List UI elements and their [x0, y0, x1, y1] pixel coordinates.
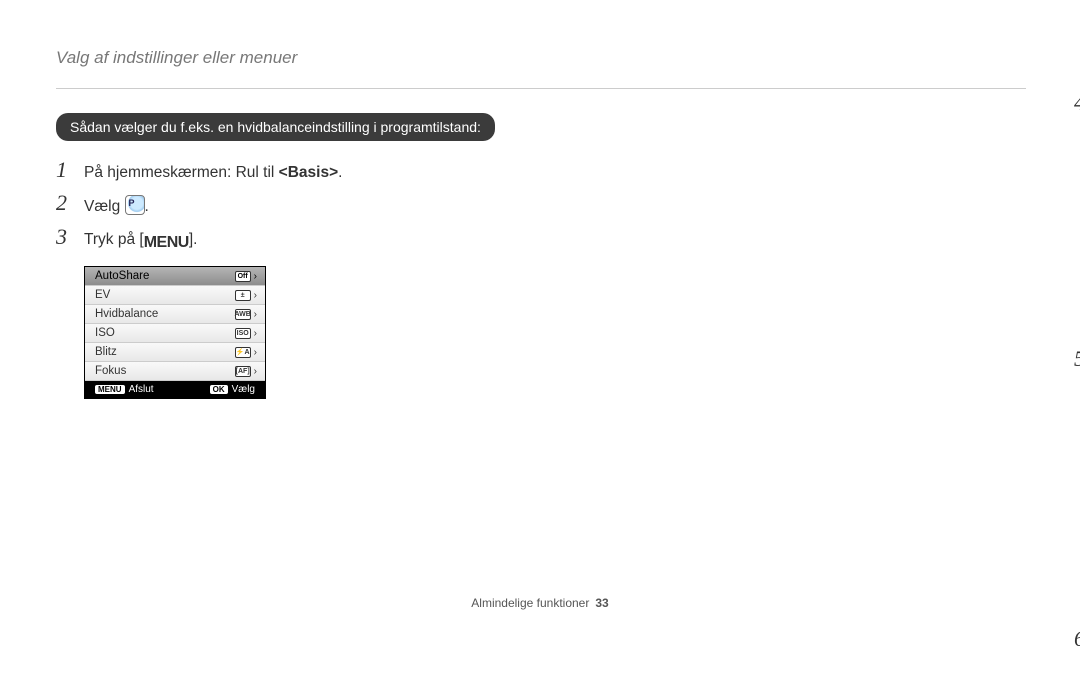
step-number: 2: [56, 192, 74, 214]
chevron-right-icon: ›: [254, 290, 257, 301]
step-number: 1: [56, 159, 74, 181]
steps-right-top: 4 Tryk på [DISP/✿] for at vælge Hvidbala…: [1074, 92, 1080, 189]
step-text: På hjemmeskærmen: Rul til: [84, 164, 279, 181]
left-column: Valg af indstillinger eller menuer Sådan…: [56, 48, 1026, 685]
page-footer: Almindelige funktioner 33: [0, 596, 1080, 610]
flash-auto-icon: ⚡A: [235, 347, 251, 358]
footer-ok-label: Vælg: [232, 384, 255, 395]
menu-row-label: ISO: [95, 327, 115, 339]
step-5: 5 Tryk på [⚡/◔] for at vælge en Hvidbala…: [1074, 348, 1080, 419]
menu-row-hvidbalance[interactable]: Hvidbalance AWB›: [85, 305, 265, 324]
menu-row-label: Fokus: [95, 365, 126, 377]
menu-row-value: ±›: [235, 290, 257, 301]
step-body: Vælg .: [84, 192, 149, 218]
step-3: 3 Tryk på [MENU].: [56, 226, 1026, 254]
camera-menu-footer: MENU Afslut OK Vælg: [85, 381, 265, 398]
ev-icon: ±: [235, 290, 251, 301]
menu-row-value: [AF]›: [235, 366, 257, 377]
chevron-right-icon: ›: [254, 347, 257, 358]
menu-row-label: Blitz: [95, 346, 117, 358]
right-column: 4 Tryk på [DISP/✿] for at vælge Hvidbala…: [1074, 48, 1080, 685]
step-6: 6 Tryk på [OK] for at gemme indstillinge…: [1074, 628, 1080, 677]
iso-icon: ISO: [235, 328, 251, 339]
menu-key-icon: MENU: [95, 385, 125, 394]
steps-left: 1 På hjemmeskærmen: Rul til <Basis>. 2 V…: [56, 159, 1026, 254]
chevron-right-icon: ›: [254, 366, 257, 377]
chevron-right-icon: ›: [254, 328, 257, 339]
page-title: Valg af indstillinger eller menuer: [56, 48, 1026, 68]
menu-row-label: Hvidbalance: [95, 308, 158, 320]
menu-row-value: ⚡A›: [235, 347, 257, 358]
menu-row-label: AutoShare: [95, 270, 149, 282]
chevron-right-icon: ›: [254, 271, 257, 282]
steps-right-mid: 5 Tryk på [⚡/◔] for at vælge en Hvidbala…: [1074, 348, 1080, 419]
menu-row-ev[interactable]: EV ±›: [85, 286, 265, 305]
step-body: Tryk på [MENU].: [84, 226, 197, 254]
steps-right-bottom: 6 Tryk på [OK] for at gemme indstillinge…: [1074, 628, 1080, 677]
awb-icon: AWB: [235, 309, 251, 320]
menu-row-value: AWB›: [235, 309, 257, 320]
section-pill: Sådan vælger du f.eks. en hvidbalanceind…: [56, 113, 495, 141]
step-number: 5: [1074, 348, 1080, 370]
menu-row-label: EV: [95, 289, 110, 301]
af-icon: [AF]: [235, 366, 251, 377]
footer-menu-hint: MENU Afslut: [95, 384, 154, 395]
footer-menu-label: Afslut: [129, 384, 154, 395]
step-text-post: ].: [189, 231, 198, 248]
ok-key-icon: OK: [210, 385, 228, 394]
step-text: Vælg: [84, 198, 125, 215]
step-body: På hjemmeskærmen: Rul til <Basis>.: [84, 159, 342, 184]
menu-row-fokus[interactable]: Fokus [AF]›: [85, 362, 265, 381]
step-1: 1 På hjemmeskærmen: Rul til <Basis>.: [56, 159, 1026, 184]
menu-row-blitz[interactable]: Blitz ⚡A›: [85, 343, 265, 362]
menu-row-value: ISO›: [235, 328, 257, 339]
camera-menu-left: AutoShare Off› EV ±› Hvidbalance AWB› IS…: [84, 266, 266, 399]
step-text: Tryk på [: [84, 231, 144, 248]
chevron-right-icon: ›: [254, 309, 257, 320]
menu-row-value: Off›: [235, 271, 257, 282]
footer-text: Almindelige funktioner: [471, 596, 589, 610]
step-number: 3: [56, 226, 74, 248]
menu-row-iso[interactable]: ISO ISO›: [85, 324, 265, 343]
footer-ok-hint: OK Vælg: [210, 384, 255, 395]
off-icon: Off: [235, 271, 251, 282]
step-bold: <Basis>: [279, 164, 338, 181]
step-number: 4: [1074, 92, 1080, 114]
program-mode-icon: [125, 195, 145, 215]
step-2: 2 Vælg .: [56, 192, 1026, 218]
title-divider: [56, 88, 1026, 89]
step-number: 6: [1074, 628, 1080, 650]
menu-key-icon: MENU: [144, 232, 189, 254]
step-text-post: .: [338, 164, 342, 181]
menu-row-autoshare[interactable]: AutoShare Off›: [85, 267, 265, 286]
footer-page-number: 33: [595, 596, 608, 610]
step-4: 4 Tryk på [DISP/✿] for at vælge Hvidbala…: [1074, 92, 1080, 189]
